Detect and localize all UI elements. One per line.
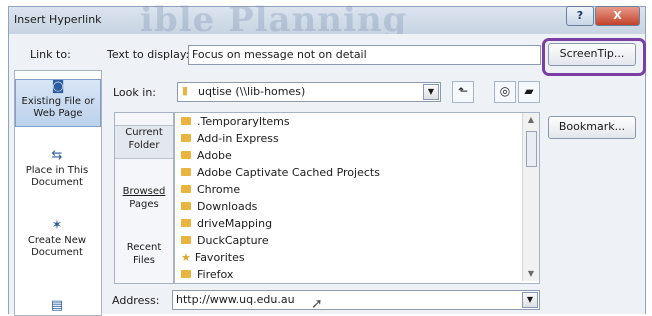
- file-name: Downloads: [197, 200, 258, 213]
- browse-item-label: Files: [133, 255, 155, 266]
- list-item[interactable]: DuckCapture: [181, 232, 269, 249]
- list-item[interactable]: Adobe Captivate Cached Projects: [181, 164, 380, 181]
- nav-place-in-this-document[interactable]: ⇆ Place in This Document: [15, 149, 99, 189]
- list-item[interactable]: Downloads: [181, 198, 257, 215]
- browse-current-folder[interactable]: Current Folder: [115, 125, 173, 159]
- folder-icon: [181, 134, 191, 142]
- folder-icon: [181, 151, 191, 159]
- file-name: Chrome: [197, 183, 241, 196]
- favorites-star-icon: ★: [181, 251, 191, 264]
- file-name: Favorites: [194, 251, 245, 264]
- browse-item-label: Folder: [128, 140, 160, 151]
- list-item[interactable]: Firefox: [181, 266, 233, 283]
- address-label: Address:: [112, 294, 160, 307]
- close-button[interactable]: X: [595, 6, 640, 26]
- folder-icon: [181, 202, 191, 210]
- look-in-dropdown[interactable]: ▮ uqtise (\\lib-homes) ▼: [177, 82, 441, 102]
- list-item[interactable]: ★ Favorites: [181, 249, 245, 266]
- chevron-down-icon[interactable]: ▼: [522, 292, 538, 308]
- folder-icon: [181, 219, 191, 227]
- file-list-scrollbar[interactable]: ▲ ▼: [522, 113, 539, 281]
- file-list[interactable]: .TemporaryItems Add-in Express Adobe Ado…: [174, 112, 540, 284]
- list-item[interactable]: .TemporaryItems: [181, 113, 290, 130]
- address-combo[interactable]: http://www.uq.edu.au ▼: [172, 290, 540, 310]
- list-item[interactable]: driveMapping: [181, 215, 272, 232]
- nav-existing-file-or-web-page[interactable]: ◙ Existing File or Web Page: [15, 79, 101, 127]
- folder-icon: [181, 117, 191, 125]
- nav-create-new-document[interactable]: ✶ Create New Document: [15, 219, 99, 259]
- link-to-panel: ◙ Existing File or Web Page ⇆ Place in T…: [14, 70, 102, 316]
- folder-icon: [181, 185, 191, 193]
- email-icon: ▤: [50, 298, 64, 313]
- nav-item-label: Place in This: [25, 165, 89, 176]
- browse-item-label: Current: [125, 127, 163, 138]
- scroll-down-icon[interactable]: ▼: [523, 267, 539, 281]
- screentip-highlight: [542, 38, 646, 76]
- network-folder-icon: ▮: [182, 84, 189, 97]
- address-input[interactable]: http://www.uq.edu.au: [176, 293, 295, 306]
- nav-item-label: Web Page: [33, 108, 83, 119]
- nav-item-label: Create New: [27, 235, 87, 246]
- nav-email-address[interactable]: ▤: [15, 299, 99, 315]
- browse-file-icon[interactable]: ▰: [518, 81, 540, 103]
- bookmark-button[interactable]: Bookmark...: [548, 116, 636, 139]
- list-item[interactable]: Chrome: [181, 181, 240, 198]
- help-button[interactable]: ?: [566, 6, 594, 26]
- list-item[interactable]: Add-in Express: [181, 130, 279, 147]
- file-name: Adobe: [197, 149, 232, 162]
- nav-item-label: Document: [31, 177, 83, 188]
- browse-item-label: Pages: [129, 199, 159, 210]
- browse-web-icon[interactable]: ◎: [494, 81, 516, 103]
- look-in-value: uqtise (\\lib-homes): [198, 85, 306, 98]
- web-page-icon: ◙: [51, 79, 65, 94]
- file-name: Add-in Express: [197, 132, 279, 145]
- dialog-title: Insert Hyperlink: [14, 13, 102, 26]
- browse-item-label: Recent: [126, 242, 162, 253]
- chevron-down-icon[interactable]: ▼: [423, 84, 439, 100]
- folder-icon: [181, 270, 191, 278]
- list-item[interactable]: Adobe: [181, 147, 232, 164]
- new-document-icon: ✶: [51, 218, 63, 233]
- mouse-cursor-icon: ➚: [311, 296, 323, 312]
- up-one-folder-icon[interactable]: ⬑: [452, 81, 474, 103]
- text-to-display-label: Text to display:: [107, 48, 190, 61]
- text-to-display-input[interactable]: Focus on message not on detail: [188, 45, 541, 65]
- browse-item-label: Browsed: [122, 186, 166, 197]
- scroll-thumb[interactable]: [526, 131, 537, 167]
- browse-browsed-pages[interactable]: Browsed Pages: [115, 185, 173, 215]
- nav-item-label: Existing File or: [21, 96, 95, 107]
- browse-panel: Current Folder Browsed Pages Recent File…: [114, 112, 174, 284]
- browse-recent-files[interactable]: Recent Files: [115, 241, 173, 271]
- link-to-label: Link to:: [30, 48, 71, 61]
- folder-icon: [181, 168, 191, 176]
- scroll-up-icon[interactable]: ▲: [523, 113, 539, 127]
- look-in-label: Look in:: [113, 86, 156, 99]
- file-name: Firefox: [197, 268, 234, 281]
- folder-icon: [181, 236, 191, 244]
- file-name: DuckCapture: [197, 234, 269, 247]
- file-name: driveMapping: [197, 217, 273, 230]
- place-in-document-icon: ⇆: [51, 148, 63, 163]
- nav-item-label: Document: [31, 247, 83, 258]
- file-name: Adobe Captivate Cached Projects: [197, 166, 380, 179]
- file-name: .TemporaryItems: [197, 115, 290, 128]
